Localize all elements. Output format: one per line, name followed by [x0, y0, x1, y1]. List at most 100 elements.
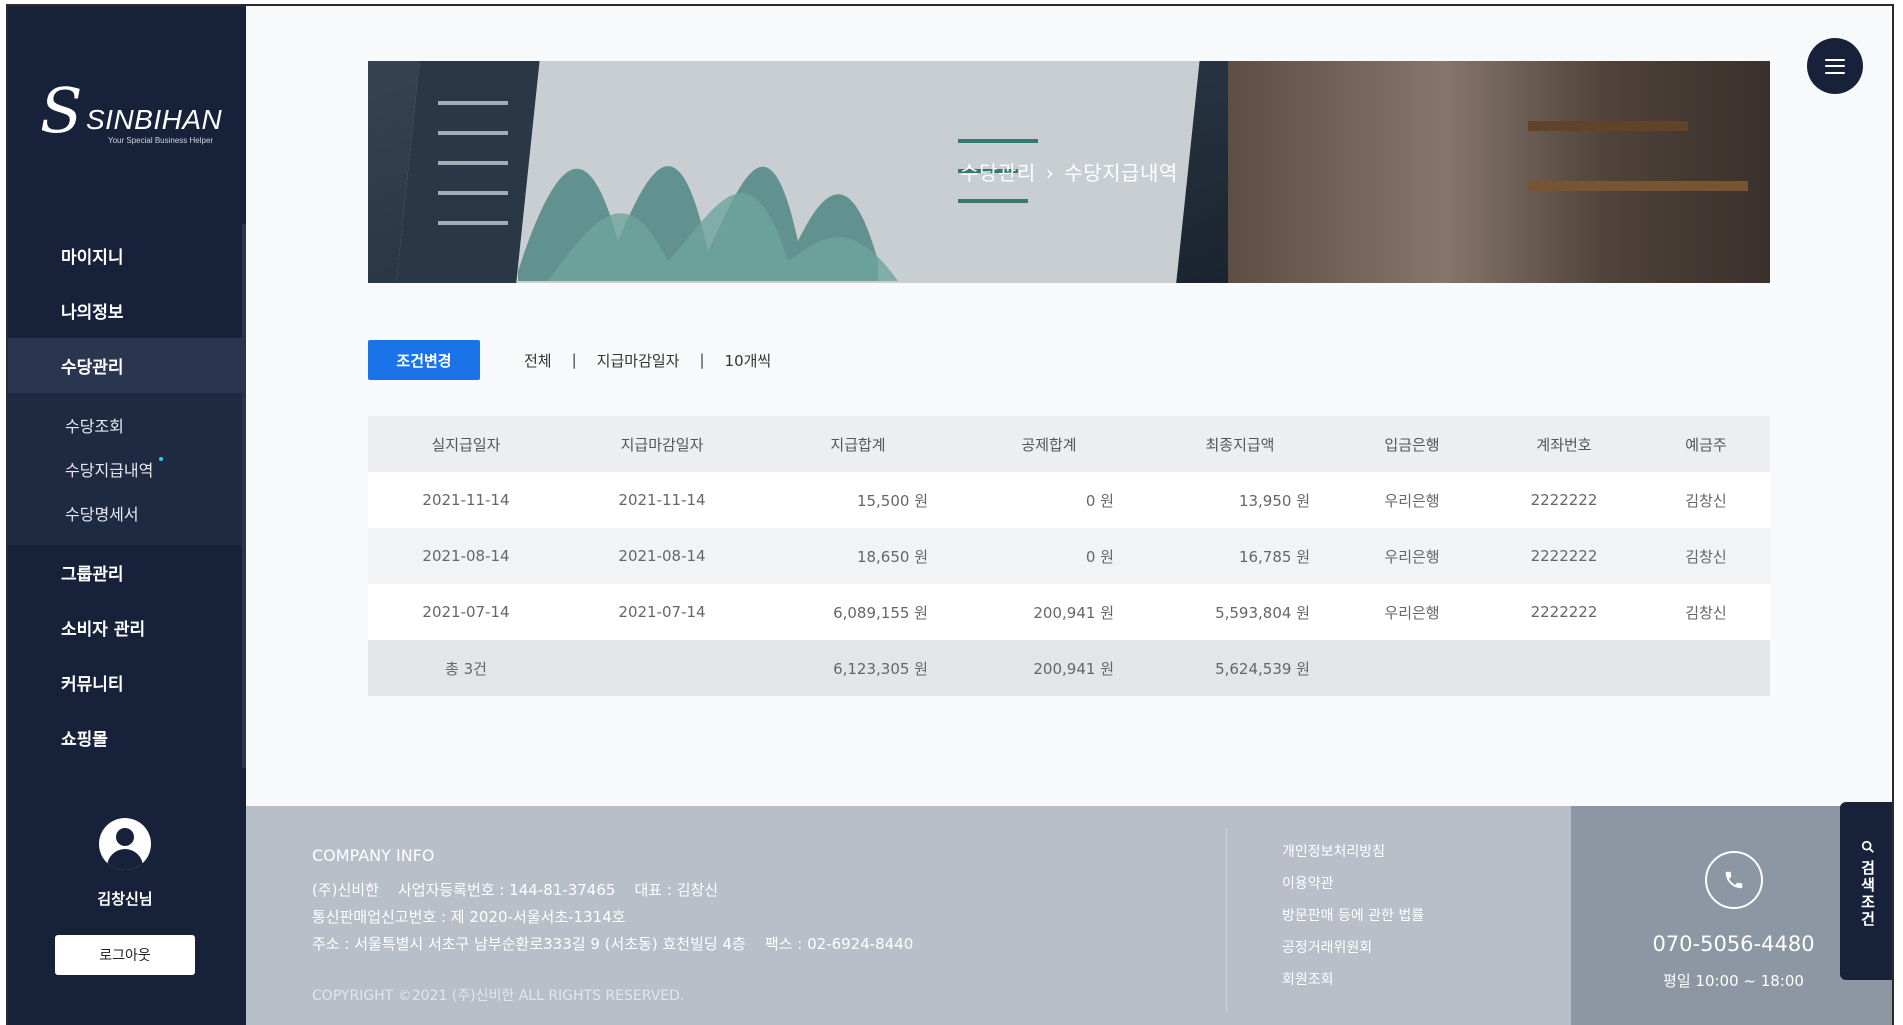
cell-closing-date: 2021-08-14: [564, 528, 760, 584]
total-final-sum: 5,624,539 원: [1142, 640, 1338, 696]
cell-actual-pay-date: 2021-11-14: [368, 472, 564, 528]
cell-pay-total: 6,089,155 원: [760, 584, 956, 640]
total-empty-cell: [1486, 640, 1642, 696]
company-info: COMPANY INFO (주)신비한 사업자등록번호 : 144-81-374…: [312, 842, 913, 1010]
filter-row: 조건변경 전체 | 지급마감일자 | 10개씩: [368, 340, 771, 380]
sidebar-item-mygenie[interactable]: 마이지니: [8, 228, 242, 283]
copyright: COPYRIGHT ©2021 (주)신비한 ALL RIGHTS RESERV…: [312, 988, 685, 1004]
filter-tag-date-type: 지급마감일자: [596, 351, 680, 370]
hero-banner: 수당관리 › 수당지급내역: [368, 61, 1770, 283]
cell-actual-pay-date: 2021-08-14: [368, 528, 564, 584]
company-info-line: 통신판매업신고번호 : 제 2020-서울서초-1314호: [312, 908, 626, 926]
cell-pay-total: 18,650 원: [760, 528, 956, 584]
subnav-label: 수당명세서: [65, 505, 139, 524]
table-header-row: 실지급일자 지급마감일자 지급합계 공제합계 최종지급액 입금은행 계좌번호 예…: [368, 416, 1770, 472]
cell-deduction-total: 0 원: [956, 528, 1142, 584]
filter-tag-scope: 전체: [524, 351, 552, 370]
col-header-final-amount: 최종지급액: [1142, 416, 1338, 472]
subnav-item-payment-history[interactable]: 수당지급내역: [8, 447, 242, 491]
col-header-actual-pay-date: 실지급일자: [368, 416, 564, 472]
footer: COMPANY INFO (주)신비한 사업자등록번호 : 144-81-374…: [246, 806, 1892, 1025]
cell-holder: 김창신: [1642, 584, 1770, 640]
table-row[interactable]: 2021-07-14 2021-07-14 6,089,155 원 200,94…: [368, 584, 1770, 640]
menu-button[interactable]: [1807, 38, 1863, 94]
logo-s-mark: S: [40, 74, 83, 147]
cell-bank: 우리은행: [1338, 528, 1486, 584]
change-condition-button[interactable]: 조건변경: [368, 340, 480, 380]
table-row[interactable]: 2021-11-14 2021-11-14 15,500 원 0 원 13,95…: [368, 472, 1770, 528]
col-header-pay-total: 지급합계: [760, 416, 956, 472]
cell-final-amount: 16,785 원: [1142, 528, 1338, 584]
cell-final-amount: 5,593,804 원: [1142, 584, 1338, 640]
col-header-bank: 입금은행: [1338, 416, 1486, 472]
footer-link-privacy[interactable]: 개인정보처리방침: [1282, 836, 1424, 868]
cell-pay-total: 15,500 원: [760, 472, 956, 528]
total-empty-cell: [1338, 640, 1486, 696]
footer-link-member-lookup[interactable]: 회원조회: [1282, 964, 1424, 996]
total-count: 총 3건: [368, 640, 564, 696]
sidebar-item-community[interactable]: 커뮤니티: [8, 655, 242, 710]
search-condition-tab[interactable]: 검색조건: [1840, 802, 1892, 980]
cell-holder: 김창신: [1642, 528, 1770, 584]
footer-link-door-to-door-law[interactable]: 방문판매 등에 관한 법률: [1282, 900, 1424, 932]
breadcrumb-current: 수당지급내역: [1064, 161, 1178, 185]
sidebar-nav: 마이지니 나의정보 수당관리 수당조회 수당지급내역 수당명세서 그룹관리 소비…: [8, 228, 242, 765]
col-header-holder: 예금주: [1642, 416, 1770, 472]
current-indicator-dot: [159, 457, 164, 461]
subnav-label: 수당조회: [65, 417, 124, 436]
sidebar-scrollbar[interactable]: [242, 224, 246, 768]
user-icon: [99, 818, 151, 870]
filter-separator: |: [699, 351, 705, 369]
hamburger-icon: [1825, 58, 1845, 74]
breadcrumb: 수당관리 › 수당지급내역: [368, 157, 1770, 186]
sidebar-item-allowance[interactable]: 수당관리: [8, 338, 242, 393]
subnav-item-allowance-inquiry[interactable]: 수당조회: [8, 403, 242, 447]
table-total-row: 총 3건 6,123,305 원 200,941 원 5,624,539 원: [368, 640, 1770, 696]
table-row[interactable]: 2021-08-14 2021-08-14 18,650 원 0 원 16,78…: [368, 528, 1770, 584]
filter-tag-page-size: 10개씩: [724, 351, 772, 370]
col-header-deduction-total: 공제합계: [956, 416, 1142, 472]
total-pay-sum: 6,123,305 원: [760, 640, 956, 696]
cell-bank: 우리은행: [1338, 472, 1486, 528]
cell-account: 2222222: [1486, 584, 1642, 640]
cell-deduction-total: 200,941 원: [956, 584, 1142, 640]
total-empty-cell: [564, 640, 760, 696]
breadcrumb-parent: 수당관리: [960, 161, 1036, 185]
filter-separator: |: [571, 351, 577, 369]
cell-actual-pay-date: 2021-07-14: [368, 584, 564, 640]
logo-brand-name: SINBIHAN: [86, 104, 223, 135]
cell-final-amount: 13,950 원: [1142, 472, 1338, 528]
user-block: 김창신님 로그아웃: [8, 818, 242, 975]
sidebar-item-myinfo[interactable]: 나의정보: [8, 283, 242, 338]
cell-bank: 우리은행: [1338, 584, 1486, 640]
total-empty-cell: [1642, 640, 1770, 696]
col-header-closing-date: 지급마감일자: [564, 416, 760, 472]
logout-button[interactable]: 로그아웃: [55, 935, 195, 975]
footer-divider: [1226, 828, 1227, 1013]
footer-link-ftc[interactable]: 공정거래위원회: [1282, 932, 1424, 964]
cell-deduction-total: 0 원: [956, 472, 1142, 528]
brand-logo[interactable]: S SINBIHAN Your Special Business Helper: [40, 80, 223, 148]
logo-tagline: Your Special Business Helper: [108, 136, 214, 145]
company-info-title: COMPANY INFO: [312, 846, 435, 865]
footer-link-terms[interactable]: 이용약관: [1282, 868, 1424, 900]
phone-icon: [1705, 851, 1763, 909]
search-icon: [1861, 840, 1874, 853]
subnav-item-statement[interactable]: 수당명세서: [8, 491, 242, 535]
filter-summary: 전체 | 지급마감일자 | 10개씩: [524, 350, 771, 371]
col-header-account: 계좌번호: [1486, 416, 1642, 472]
app-frame: S SINBIHAN Your Special Business Helper …: [6, 4, 1894, 1025]
sidebar-item-group[interactable]: 그룹관리: [8, 545, 242, 600]
sidebar-subnav: 수당조회 수당지급내역 수당명세서: [8, 393, 242, 545]
user-name: 김창신님: [97, 890, 153, 908]
sidebar: S SINBIHAN Your Special Business Helper …: [8, 6, 246, 1025]
company-info-line: 주소 : 서울특별시 서초구 남부순환로333길 9 (서초동) 효천빌딩 4층…: [312, 935, 914, 953]
cell-account: 2222222: [1486, 472, 1642, 528]
footer-links: 개인정보처리방침 이용약관 방문판매 등에 관한 법률 공정거래위원회 회원조회: [1282, 836, 1424, 996]
cell-closing-date: 2021-11-14: [564, 472, 760, 528]
total-deduction-sum: 200,941 원: [956, 640, 1142, 696]
sidebar-item-shop[interactable]: 쇼핑몰: [8, 710, 242, 765]
breadcrumb-separator-icon: ›: [1045, 161, 1055, 185]
sidebar-item-consumer[interactable]: 소비자 관리: [8, 600, 242, 655]
company-info-line: (주)신비한 사업자등록번호 : 144-81-37465 대표 : 김창신: [312, 881, 719, 899]
